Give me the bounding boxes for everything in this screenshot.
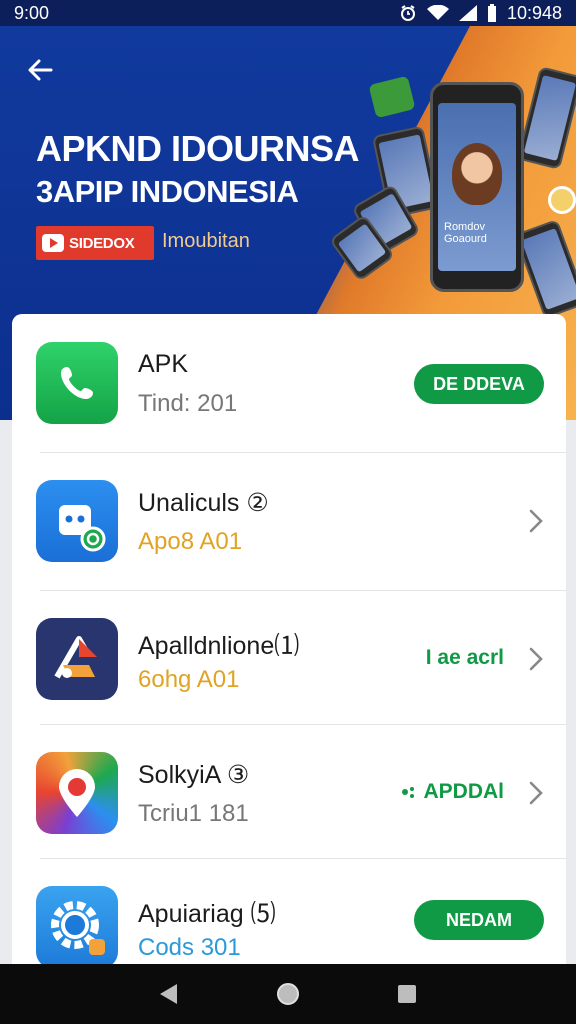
maps-pin-icon [36, 752, 118, 834]
action-link[interactable]: APDDAl [401, 780, 504, 804]
sparkle-icon [402, 787, 415, 798]
back-button[interactable] [22, 52, 58, 88]
hero-tagline: Imoubitan [162, 230, 250, 252]
list-item[interactable]: APK Tind: 201 DE DDEVA [12, 314, 566, 448]
app-meta: Apo8 A01 [138, 528, 243, 555]
app-list-card: APK Tind: 201 DE DDEVA Unaliculs ② Apo8 … [12, 314, 566, 964]
hero-badge[interactable]: SIDEDOX [36, 226, 154, 260]
nav-recents-icon[interactable] [387, 974, 427, 1014]
phone-caption-line2: Goaourd [444, 233, 487, 245]
hero-phone-illustration: Romdov Goaourd [430, 82, 524, 292]
action-link[interactable]: I ae acrl [426, 646, 504, 670]
nav-home-icon[interactable] [268, 974, 308, 1014]
list-item[interactable]: Apalldnlione⑴ 6ohg A01 I ae acrl [12, 590, 566, 724]
phone-caption-line1: Romdov [444, 221, 485, 233]
status-bar: 9:00 10:948 [0, 0, 576, 26]
status-left-text: 9:00 [14, 2, 50, 23]
app-meta: Tcriu1 181 [138, 800, 249, 827]
chevron-right-icon[interactable] [524, 644, 548, 674]
battery-icon [487, 4, 497, 22]
chevron-right-icon[interactable] [524, 778, 548, 808]
hero-badge-label: SIDEDOX [69, 234, 135, 252]
back-arrow-icon [28, 59, 53, 81]
app-name: Apuiariag ⑸ [138, 900, 276, 928]
app-name: APK [138, 350, 189, 378]
list-item[interactable]: Unaliculs ② Apo8 A01 [12, 452, 566, 586]
app-name: Apalldnlione⑴ [138, 632, 300, 660]
abstract-a-icon [36, 618, 118, 700]
list-item[interactable]: SolkyiA ③ Tcriu1 181 APDDAl [12, 724, 566, 858]
nav-back-icon[interactable] [149, 974, 189, 1014]
chat-bot-icon [36, 480, 118, 562]
signal-icon [458, 5, 477, 21]
install-button[interactable]: DE DDEVA [414, 364, 544, 404]
open-button[interactable]: NEDAM [414, 900, 544, 940]
person-photo [452, 143, 502, 205]
app-meta: 6ohg A01 [138, 666, 240, 693]
app-meta: Tind: 201 [138, 390, 238, 417]
status-icons: 10:948 [399, 3, 562, 24]
wifi-icon [426, 5, 449, 21]
hero-subtitle: 3APIP INDONESIA [36, 174, 299, 209]
chevron-right-icon[interactable] [524, 506, 548, 536]
phone-handset-icon [36, 342, 118, 424]
play-icon [42, 234, 64, 252]
system-nav-bar [0, 964, 576, 1024]
app-meta: Cods 301 [138, 934, 241, 961]
app-name: Unaliculs ② [138, 489, 269, 517]
settings-gear-icon [36, 886, 118, 964]
decor-coin-icon [548, 186, 576, 214]
list-item[interactable]: Apuiariag ⑸ Cods 301 NEDAM [12, 858, 566, 964]
status-time: 10:948 [506, 2, 562, 23]
alarm-icon [399, 4, 417, 22]
hero-title: APKND IDOURNSA [36, 128, 360, 169]
app-name: SolkyiA ③ [138, 761, 250, 789]
action-link-label: APDDAl [423, 780, 504, 803]
decor-phone-icon [517, 66, 576, 170]
